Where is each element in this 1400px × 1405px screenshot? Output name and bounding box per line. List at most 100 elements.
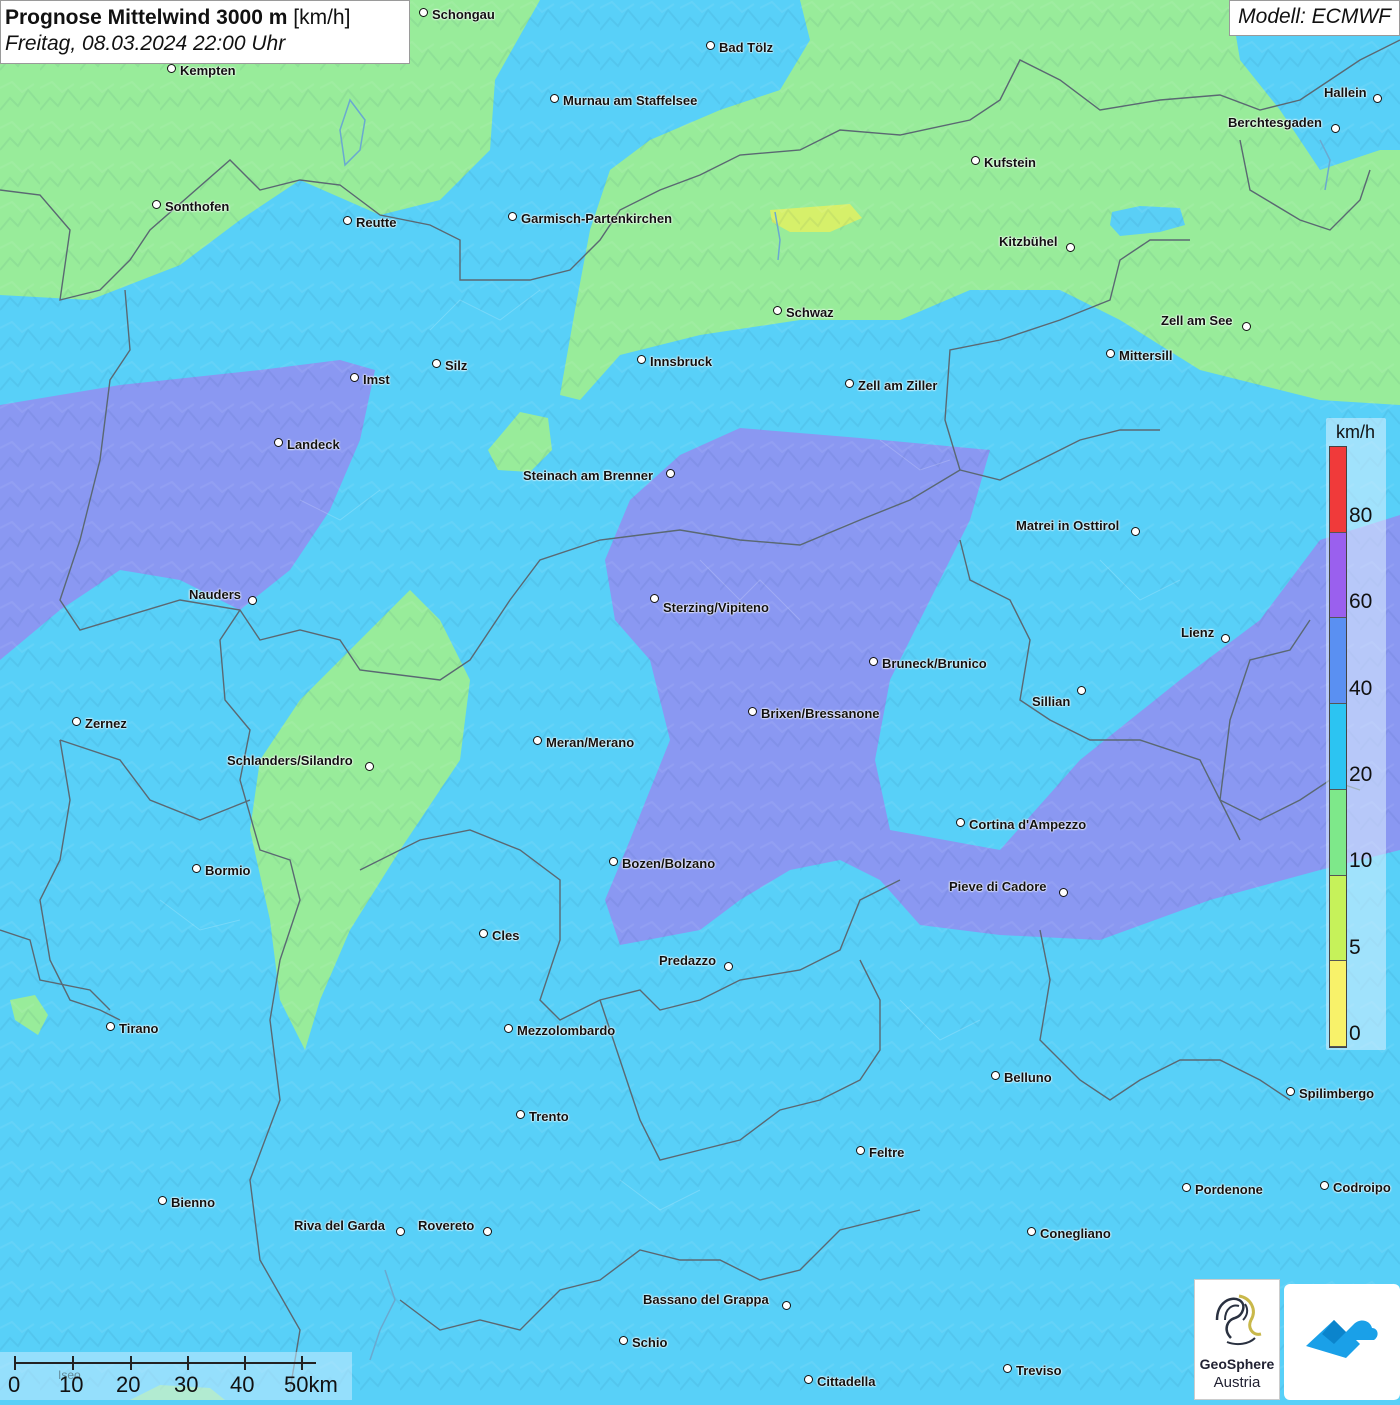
city-label: Bozen/Bolzano <box>622 856 716 871</box>
scale-tick <box>187 1356 189 1370</box>
city-label: Riva del Garda <box>294 1218 386 1233</box>
city-marker-dot <box>666 469 675 478</box>
city-marker-dot <box>869 657 878 666</box>
city-label: Treviso <box>1016 1363 1062 1378</box>
city-marker-dot <box>804 1375 813 1384</box>
map-title: Prognose Mittelwind 3000 m [km/h] <box>5 5 405 31</box>
city-label: Brixen/Bressanone <box>761 706 880 721</box>
city-marker-dot <box>619 1336 628 1345</box>
city-marker-dot <box>516 1110 525 1119</box>
scale-tick <box>301 1356 303 1370</box>
legend-label-40: 40 <box>1349 677 1373 700</box>
city-marker-dot <box>1077 686 1086 695</box>
legend-label-20: 20 <box>1349 763 1373 786</box>
city-marker-dot <box>504 1024 513 1033</box>
city-label: Lienz <box>1181 625 1215 640</box>
city-marker-dot <box>248 596 257 605</box>
city-label: Conegliano <box>1040 1226 1111 1241</box>
city-marker-dot <box>1331 124 1340 133</box>
city-marker-dot <box>637 355 646 364</box>
legend-label-0: 0 <box>1349 1022 1361 1045</box>
city-label: Zell am Ziller <box>858 378 938 393</box>
city-label: Spilimbergo <box>1299 1086 1375 1101</box>
legend-swatch <box>1330 618 1346 705</box>
city-marker-dot <box>396 1227 405 1236</box>
city-marker-dot <box>158 1196 167 1205</box>
city-label: Schongau <box>432 7 495 22</box>
city-marker-dot <box>152 200 161 209</box>
city-label: Schio <box>632 1335 668 1350</box>
mountain-cloud-icon <box>1306 1320 1378 1358</box>
city-label: Kufstein <box>984 155 1036 170</box>
scale-label-40: 40 <box>230 1372 255 1397</box>
city-marker-dot <box>773 306 782 315</box>
city-label: Codroipo <box>1333 1180 1391 1195</box>
city-label: Feltre <box>869 1145 905 1160</box>
city-label: Kempten <box>180 63 236 78</box>
city-label: Nauders <box>189 587 242 602</box>
legend-label-10: 10 <box>1349 849 1373 872</box>
city-marker-dot <box>609 857 618 866</box>
city-label: Sonthofen <box>165 199 230 214</box>
city-label: Pordenone <box>1195 1182 1263 1197</box>
scale-label-50km: 50km <box>284 1372 338 1397</box>
legend-label-80: 80 <box>1349 504 1373 527</box>
city-label: Berchtesgaden <box>1228 115 1322 130</box>
legend-swatch <box>1330 789 1346 876</box>
city-label: Landeck <box>287 437 340 452</box>
scale-tick <box>130 1356 132 1370</box>
city-marker-dot <box>533 736 542 745</box>
geosphere-name: GeoSphere <box>1199 1356 1275 1372</box>
city-label: Reutte <box>356 215 397 230</box>
model-label: Modell: ECMWF <box>1229 0 1400 36</box>
city-marker-dot <box>479 929 488 938</box>
color-legend: km/h 80 60 40 20 10 5 0 <box>1326 418 1386 1050</box>
city-marker-dot <box>706 41 715 50</box>
legend-unit: km/h <box>1336 422 1376 442</box>
city-label: Silz <box>445 358 468 373</box>
city-marker-dot <box>845 379 854 388</box>
city-marker-dot <box>72 717 81 726</box>
scale-label-20: 20 <box>116 1372 141 1397</box>
city-marker-dot <box>991 1071 1000 1080</box>
scale-tick <box>244 1356 246 1370</box>
scale-line <box>14 1362 316 1364</box>
city-label: Trento <box>529 1109 569 1124</box>
city-label: Sillian <box>1032 694 1071 709</box>
city-label: Meran/Merano <box>546 735 635 750</box>
city-marker-dot <box>483 1227 492 1236</box>
city-label: Cles <box>492 928 520 943</box>
city-marker-dot <box>550 94 559 103</box>
legend-swatch <box>1330 961 1346 1047</box>
legend-label-5: 5 <box>1349 936 1361 959</box>
city-label: Innsbruck <box>650 354 713 369</box>
scale-label-0: 0 <box>8 1372 21 1397</box>
city-marker-dot <box>1182 1183 1191 1192</box>
legend-swatch <box>1330 447 1346 533</box>
city-label: Cittadella <box>817 1374 876 1389</box>
city-marker-dot <box>365 762 374 771</box>
title-box: Prognose Mittelwind 3000 m [km/h] Freita… <box>0 0 410 64</box>
city-label: Kitzbühel <box>999 234 1058 249</box>
geosphere-logo[interactable]: GeoSphere Austria <box>1194 1279 1280 1400</box>
city-label: Cortina d'Ampezzo <box>969 817 1087 832</box>
title-unit: [km/h] <box>293 6 351 29</box>
weather-app-logo[interactable] <box>1284 1284 1400 1400</box>
city-marker-dot <box>856 1146 865 1155</box>
city-label: Bormio <box>205 863 251 878</box>
city-label: Mezzolombardo <box>517 1023 616 1038</box>
scale-label-30: 30 <box>174 1372 199 1397</box>
city-marker-dot <box>1131 527 1140 536</box>
city-marker-dot <box>1373 94 1382 103</box>
city-label: Bad Tölz <box>719 40 774 55</box>
city-marker-dot <box>192 864 201 873</box>
city-label: Sterzing/Vipiteno <box>663 600 769 615</box>
city-label: Imst <box>363 372 390 387</box>
city-marker-dot <box>274 438 283 447</box>
city-label: Bienno <box>171 1195 216 1210</box>
city-label: Predazzo <box>659 953 717 968</box>
city-marker-dot <box>432 359 441 368</box>
city-label: Belluno <box>1004 1070 1052 1085</box>
city-label: Rovereto <box>418 1218 475 1233</box>
city-label: Zell am See <box>1161 313 1233 328</box>
